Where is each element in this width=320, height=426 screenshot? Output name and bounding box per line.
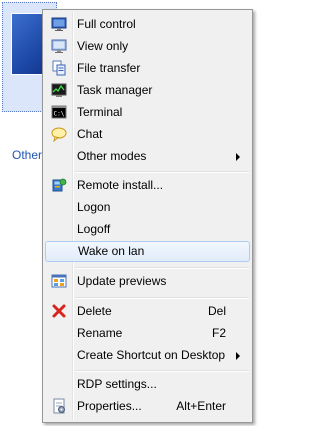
- menu-item-chat[interactable]: Chat: [45, 124, 250, 145]
- menu-item-label: File transfer: [77, 61, 141, 75]
- menu-item-file-transfer[interactable]: File transfer: [45, 58, 250, 79]
- menu-item-label: Properties...: [77, 399, 142, 413]
- properties-icon: [53, 398, 65, 414]
- menu-item-properties[interactable]: Properties... Alt+Enter: [45, 396, 250, 417]
- file-transfer-icon: [52, 60, 66, 76]
- task-manager-icon: [51, 83, 67, 97]
- menu-separator: [75, 171, 249, 173]
- desktop-area: Other Full control View only File transf…: [0, 0, 256, 426]
- menu-item-shortcut: F2: [211, 326, 226, 340]
- menu-item-delete[interactable]: Delete Del: [45, 301, 250, 322]
- submenu-arrow-icon: [236, 352, 240, 360]
- menu-item-other-modes[interactable]: Other modes: [45, 146, 250, 167]
- menu-item-task-manager[interactable]: Task manager: [45, 80, 250, 101]
- menu-item-view-only[interactable]: View only: [45, 36, 250, 57]
- menu-item-rename[interactable]: Rename F2: [45, 323, 250, 344]
- remote-install-icon: [52, 178, 67, 192]
- svg-text:C:\: C:\: [54, 111, 65, 118]
- menu-item-label: Other modes: [77, 149, 147, 163]
- chat-icon: [51, 127, 67, 142]
- full-control-icon: [51, 17, 67, 31]
- menu-item-update-previews[interactable]: Update previews: [45, 271, 250, 292]
- menu-item-label: Create Shortcut on Desktop: [77, 348, 226, 362]
- menu-item-label: Update previews: [77, 274, 167, 288]
- menu-item-rdp-settings[interactable]: RDP settings...: [45, 374, 250, 395]
- menu-item-label: Full control: [77, 17, 136, 31]
- context-menu: Full control View only File transfer Tas…: [42, 9, 253, 423]
- menu-item-label: Task manager: [77, 83, 153, 97]
- view-only-icon: [51, 39, 67, 53]
- menu-separator: [75, 267, 249, 269]
- menu-item-wake-on-lan[interactable]: Wake on lan: [45, 241, 250, 262]
- update-previews-icon: [51, 274, 67, 288]
- menu-item-shortcut: Del: [207, 304, 226, 318]
- menu-item-label: Logon: [77, 200, 111, 214]
- menu-item-label: Remote install...: [77, 178, 164, 192]
- menu-item-label: View only: [77, 39, 129, 53]
- computer-item-label[interactable]: Other: [12, 148, 42, 162]
- menu-item-label: Rename: [77, 326, 123, 340]
- menu-item-remote-install[interactable]: Remote install...: [45, 175, 250, 196]
- menu-item-logon[interactable]: Logon: [45, 197, 250, 218]
- menu-separator: [75, 297, 249, 299]
- terminal-icon: C:\: [51, 105, 67, 119]
- submenu-arrow-icon: [236, 153, 240, 161]
- menu-item-label: Chat: [77, 127, 103, 141]
- menu-item-logoff[interactable]: Logoff: [45, 219, 250, 240]
- menu-separator: [75, 370, 249, 372]
- menu-item-label: Terminal: [77, 105, 123, 119]
- menu-item-full-control[interactable]: Full control: [45, 14, 250, 35]
- menu-item-terminal[interactable]: C:\ Terminal: [45, 102, 250, 123]
- menu-item-shortcut: Alt+Enter: [176, 399, 226, 413]
- delete-icon: [52, 304, 66, 318]
- menu-item-label: RDP settings...: [77, 377, 157, 391]
- menu-item-label: Delete: [77, 304, 112, 318]
- menu-item-label: Wake on lan: [78, 244, 145, 258]
- menu-item-label: Logoff: [77, 222, 111, 236]
- menu-item-create-shortcut[interactable]: Create Shortcut on Desktop: [45, 345, 250, 366]
